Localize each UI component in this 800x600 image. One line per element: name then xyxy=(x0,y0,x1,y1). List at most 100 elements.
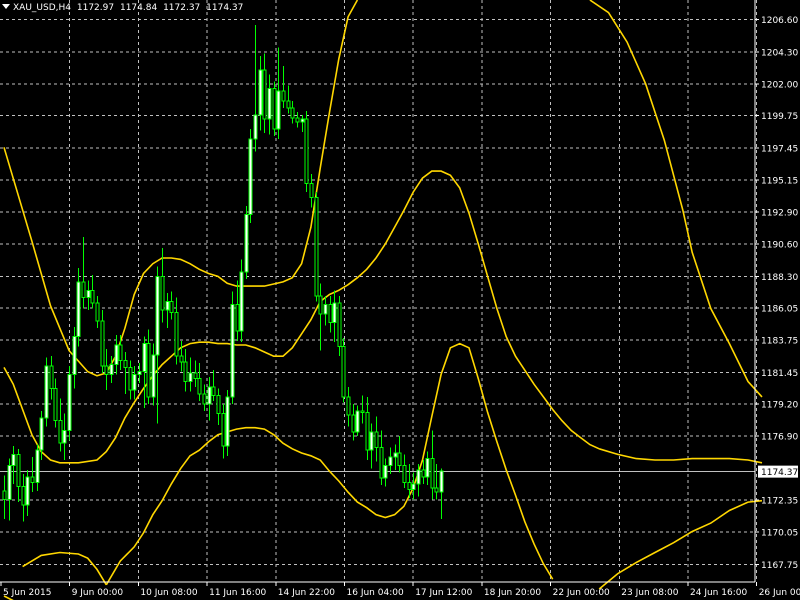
candle-body xyxy=(323,303,328,315)
candle xyxy=(304,110,309,193)
candle-body xyxy=(374,431,379,448)
y-tick-label: 1170.05 xyxy=(761,529,798,539)
y-tick-label: 1179.20 xyxy=(761,400,798,410)
y-tick-label: 1167.75 xyxy=(761,561,798,571)
candle-body xyxy=(53,387,58,422)
candle-body xyxy=(416,469,421,485)
candle-body xyxy=(318,295,323,315)
open-price: 1172.97 xyxy=(76,3,115,13)
y-tick-label: 1186.05 xyxy=(761,304,798,314)
candle-body xyxy=(286,100,291,109)
x-tick-label: 22 Jun 00:00 xyxy=(553,588,610,598)
candle-body xyxy=(221,413,226,447)
candle-body xyxy=(276,90,281,130)
candle-body xyxy=(258,69,263,116)
candle-body xyxy=(337,302,342,347)
candle-body xyxy=(118,344,123,361)
candle-body xyxy=(146,343,151,398)
candle-body xyxy=(346,396,351,416)
candle-body xyxy=(76,281,81,338)
candle-body xyxy=(369,431,374,451)
candle-body xyxy=(434,487,439,493)
candle-body xyxy=(332,302,337,324)
candle-body xyxy=(421,469,426,478)
candle-body xyxy=(197,378,202,395)
x-tick-label: 5 Jun 2015 xyxy=(3,588,51,598)
y-tick-label: 1192.90 xyxy=(761,208,798,218)
candle-body xyxy=(225,396,230,447)
candle-body xyxy=(142,343,147,373)
candle-body xyxy=(21,486,26,506)
symbol-header: XAU_USD,H4 1172.97 1174.84 1172.37 1174.… xyxy=(2,3,246,13)
candle-body xyxy=(211,386,216,396)
low-price: 1172.37 xyxy=(163,3,201,13)
candle-body xyxy=(328,303,333,324)
candle-body xyxy=(216,394,221,415)
candle xyxy=(244,206,249,280)
candle-body xyxy=(90,289,95,304)
candle-body xyxy=(230,303,235,398)
x-tick-label: 18 Jun 20:00 xyxy=(484,588,541,598)
candle-body xyxy=(109,364,114,375)
candle-body xyxy=(304,118,309,185)
candle-body xyxy=(388,456,393,467)
candle xyxy=(44,357,49,427)
candle-body xyxy=(7,465,12,500)
candle-body xyxy=(132,373,137,391)
candle-body xyxy=(300,118,305,123)
candle-body xyxy=(72,336,77,375)
candle-body xyxy=(151,354,156,398)
x-tick-label: 17 Jun 12:00 xyxy=(415,588,472,598)
candle-body xyxy=(314,197,319,297)
candle-body xyxy=(262,69,267,120)
candle xyxy=(272,81,277,137)
candle-body xyxy=(402,465,407,483)
x-tick-label: 24 Jun 16:00 xyxy=(690,588,747,598)
candle xyxy=(314,192,319,302)
y-tick-label: 1202.00 xyxy=(761,81,798,91)
candle-body xyxy=(81,281,86,298)
y-tick-label: 1199.75 xyxy=(761,112,798,122)
high-price: 1174.84 xyxy=(119,3,158,13)
candle-body xyxy=(95,302,100,322)
candle-body xyxy=(407,481,412,490)
y-tick-label: 1190.60 xyxy=(761,241,798,251)
candle xyxy=(239,259,244,343)
candle-body xyxy=(114,344,119,366)
candle-body xyxy=(309,183,314,199)
candle-body xyxy=(169,301,174,314)
x-tick-label: 9 Jun 00:00 xyxy=(72,588,124,598)
symbol-label: XAU_USD,H4 xyxy=(13,3,71,13)
candle-body xyxy=(248,138,253,216)
x-tick-label: 26 Jun 00:00 xyxy=(759,588,800,598)
y-tick-label: 1172.35 xyxy=(761,496,798,506)
price-chart[interactable]: 1206.60 1204.30 1202.00 1199.75 1197.45 1195.… xyxy=(0,0,800,600)
candle-body xyxy=(137,371,142,375)
candle-body xyxy=(290,107,295,119)
candle-body xyxy=(86,289,91,298)
candle-body xyxy=(360,410,365,413)
candle-body xyxy=(179,355,184,363)
candle-body xyxy=(11,453,16,467)
candle xyxy=(67,366,72,441)
collapse-arrow-icon[interactable] xyxy=(2,4,10,9)
candle-body xyxy=(62,430,67,444)
candle-body xyxy=(379,446,384,479)
candle-body xyxy=(35,449,40,483)
y-tick-label: 1195.15 xyxy=(761,177,798,187)
y-tick-label: 1204.30 xyxy=(761,48,798,58)
candle-body xyxy=(165,301,170,311)
candle-body xyxy=(44,365,49,419)
x-tick-label: 14 Jun 22:00 xyxy=(278,588,335,598)
candle-body xyxy=(160,275,165,311)
candle-body xyxy=(100,320,105,367)
candle-body xyxy=(351,414,356,433)
candle-body xyxy=(272,87,277,130)
y-tick-label: 1176.90 xyxy=(761,433,798,443)
candle-body xyxy=(123,359,128,368)
candle-body xyxy=(430,458,435,489)
candle-body xyxy=(355,410,360,433)
candle-body xyxy=(25,476,30,506)
candle-body xyxy=(267,87,272,120)
candle-body xyxy=(183,361,188,382)
